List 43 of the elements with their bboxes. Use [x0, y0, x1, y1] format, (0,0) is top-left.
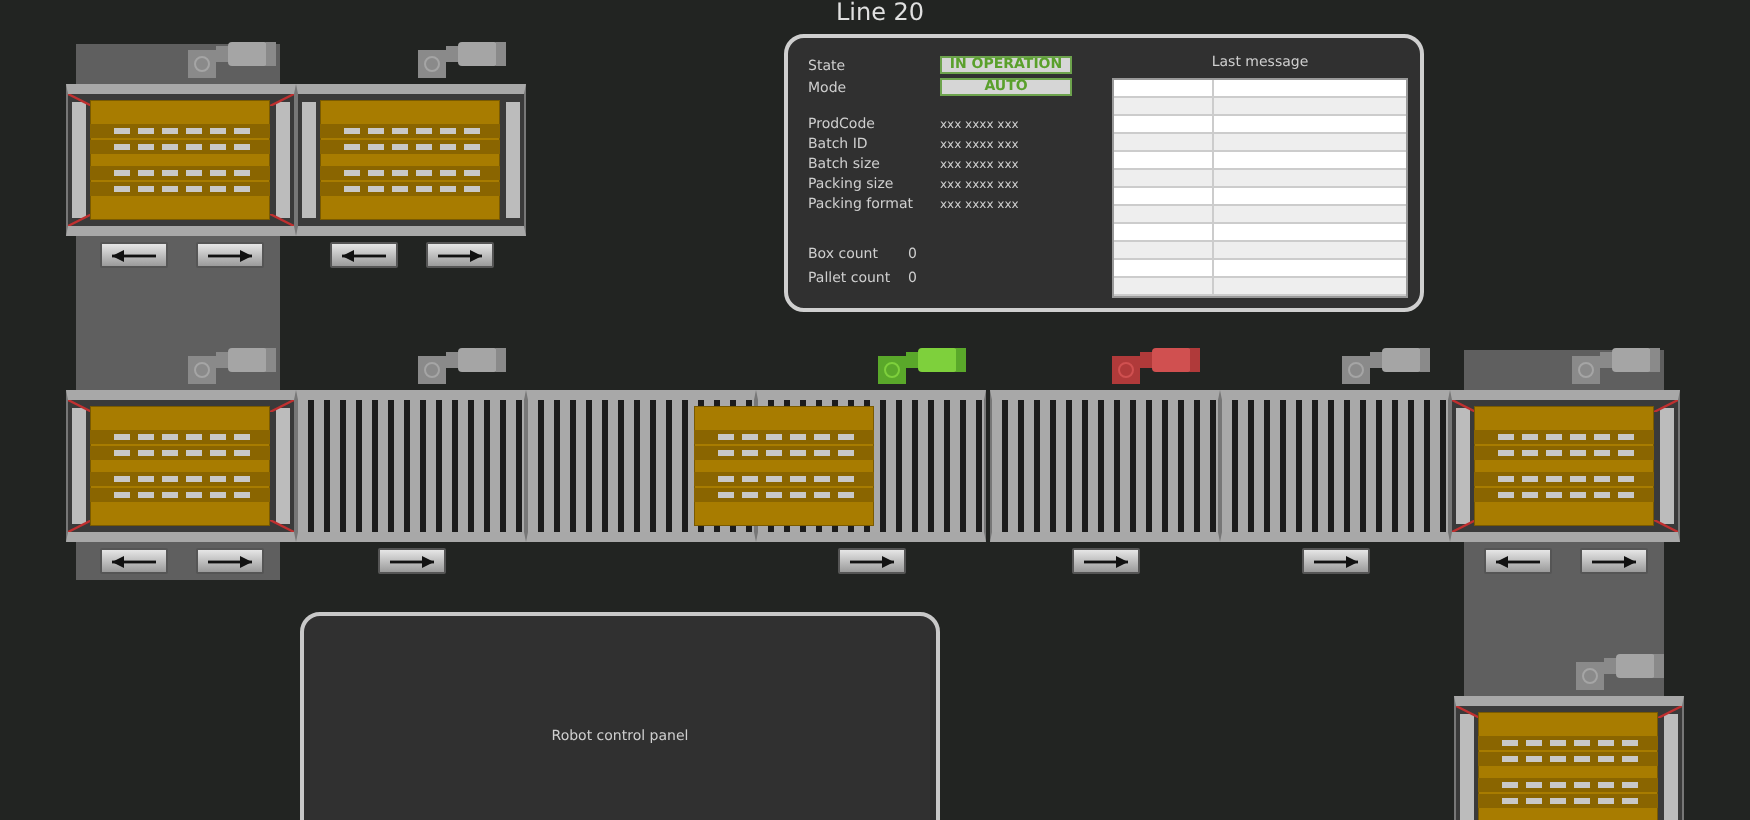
side-rail: [72, 102, 86, 218]
side-rail: [302, 102, 316, 218]
sensor-mark: [270, 520, 294, 532]
sensor-mark: [68, 400, 92, 412]
sensor-mark: [68, 520, 92, 532]
side-rail: [276, 102, 290, 218]
move-left-button[interactable]: [99, 242, 167, 268]
message-cell: [1114, 242, 1214, 260]
message-cell: [1114, 170, 1214, 188]
move-left-button[interactable]: [99, 548, 167, 574]
move-right-button[interactable]: [837, 548, 905, 574]
sensor-mark: [1452, 400, 1476, 412]
move-left-button[interactable]: [329, 242, 397, 268]
message-cell: [1114, 278, 1214, 296]
side-rail: [276, 408, 290, 524]
move-right-button[interactable]: [195, 548, 263, 574]
side-rail: [1664, 714, 1678, 820]
side-rail: [1460, 714, 1474, 820]
side-rail: [506, 102, 520, 218]
message-cell: [1114, 206, 1214, 224]
line-title: Line 20: [833, 0, 927, 26]
message-cell: [1114, 98, 1214, 116]
side-rail: [1456, 408, 1470, 524]
move-right-button[interactable]: [377, 548, 445, 574]
sensor-mark: [270, 94, 294, 106]
message-cell: [1114, 134, 1214, 152]
move-left-button[interactable]: [1483, 548, 1551, 574]
move-right-button[interactable]: [425, 242, 493, 268]
sensor-mark: [1658, 706, 1682, 718]
sensor-mark: [68, 94, 92, 106]
sensor-mark: [270, 400, 294, 412]
side-rail: [1660, 408, 1674, 524]
sensor-mark: [270, 214, 294, 226]
move-right-button[interactable]: [195, 242, 263, 268]
sensor-mark: [1452, 520, 1476, 532]
sensor-mark: [1456, 706, 1480, 718]
move-right-button[interactable]: [1301, 548, 1369, 574]
sensor-mark: [1654, 520, 1678, 532]
sensor-mark: [1654, 400, 1678, 412]
side-rail: [72, 408, 86, 524]
move-right-button[interactable]: [1579, 548, 1647, 574]
move-right-button[interactable]: [1071, 548, 1139, 574]
sensor-mark: [68, 214, 92, 226]
